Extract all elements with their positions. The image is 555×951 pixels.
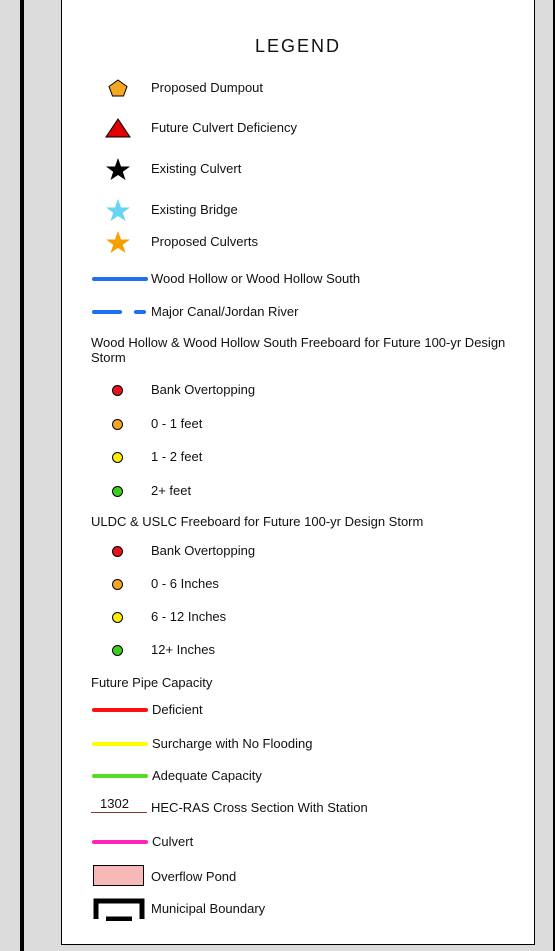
green-dot-icon: [112, 644, 123, 656]
legend-label: Major Canal/Jordan River: [151, 304, 299, 319]
boundary-bracket-icon: [93, 898, 145, 921]
legend-item-major-canal: Major Canal/Jordan River: [62, 300, 534, 324]
legend-item-existing-bridge: Existing Bridge: [62, 198, 534, 222]
legend-item-wh-1-2-feet: 1 - 2 feet: [62, 445, 534, 469]
solid-blue-line-symbol: [92, 277, 148, 281]
legend-label: Surcharge with No Flooding: [152, 736, 313, 751]
legend-label: 0 - 6 Inches: [151, 576, 219, 591]
yellow-dot-icon: [112, 611, 123, 623]
legend-item-future-culvert-deficiency: Future Culvert Deficiency: [62, 116, 534, 140]
orange-dot-icon: [112, 418, 123, 430]
red-dot-icon: [112, 384, 123, 396]
legend-item-existing-culvert: Existing Culvert: [62, 157, 534, 181]
legend-item-wh-0-1-feet: 0 - 1 feet: [62, 412, 534, 436]
legend-label: Culvert: [152, 834, 194, 849]
legend-item-wood-hollow-line: Wood Hollow or Wood Hollow South: [62, 267, 534, 291]
legend-item-wh-bank-overtopping: Bank Overtopping: [62, 378, 534, 402]
legend-item-proposed-culverts: Proposed Culverts: [62, 230, 534, 254]
legend-item-uldc-12-plus-inches: 12+ Inches: [62, 638, 534, 662]
station-number: 1302: [100, 796, 129, 811]
legend-label: Future Culvert Deficiency: [151, 120, 297, 135]
legend-label: Proposed Culverts: [151, 234, 258, 249]
yellow-dot-icon: [112, 451, 123, 463]
legend-label: Deficient: [152, 702, 203, 717]
legend-item-pipe-deficient: Deficient: [62, 698, 534, 722]
star-orange-icon: [106, 231, 130, 253]
green-line-symbol: [92, 774, 148, 778]
red-dot-icon: [112, 545, 123, 557]
legend-item-overflow-pond: Overflow Pond: [62, 865, 534, 889]
legend-item-pipe-adequate: Adequate Capacity: [62, 764, 534, 788]
legend-item-pipe-surcharge: Surcharge with No Flooding: [62, 732, 534, 756]
legend-item-wh-2-plus-feet: 2+ feet: [62, 479, 534, 503]
legend-item-cross-section: 1302 HEC-RAS Cross Section With Station: [62, 796, 534, 820]
legend-label: 12+ Inches: [151, 642, 215, 657]
legend-label: Existing Bridge: [151, 202, 238, 217]
yellow-line-symbol: [92, 742, 148, 746]
legend-panel: LEGEND Proposed Dumpout Future Culvert D…: [61, 0, 535, 945]
legend-item-uldc-6-12-inches: 6 - 12 Inches: [62, 605, 534, 629]
magenta-line-symbol: [92, 840, 148, 844]
star-black-icon: [106, 158, 130, 180]
legend-label: Bank Overtopping: [151, 543, 256, 558]
map-frame-left: [20, 0, 24, 951]
legend-label: Bank Overtopping: [151, 382, 256, 397]
pink-rectangle-icon: [93, 865, 144, 886]
legend-item-municipal-boundary: Municipal Boundary: [62, 897, 534, 921]
legend-label: Wood Hollow or Wood Hollow South: [151, 271, 361, 286]
legend-item-uldc-bank-overtopping: Bank Overtopping: [62, 539, 534, 563]
triangle-icon: [105, 118, 131, 138]
legend-item-proposed-dumpout: Proposed Dumpout: [62, 76, 534, 100]
red-line-symbol: [92, 708, 148, 712]
legend-item-culvert: Culvert: [62, 830, 534, 854]
legend-label: Overflow Pond: [151, 869, 237, 884]
cross-section-symbol: 1302: [91, 796, 147, 820]
section-heading-pipe-capacity: Future Pipe Capacity: [91, 675, 213, 690]
legend-label: 1 - 2 feet: [151, 449, 203, 464]
legend-title: LEGEND: [254, 36, 342, 56]
legend-label: 6 - 12 Inches: [151, 609, 227, 624]
legend-label: Existing Culvert: [151, 161, 242, 176]
pentagon-icon: [108, 79, 128, 97]
legend-label: Adequate Capacity: [152, 768, 262, 783]
section-heading-wood-hollow-freeboard: Wood Hollow & Wood Hollow South Freeboar…: [91, 335, 506, 365]
dashed-blue-line-symbol: [92, 310, 146, 314]
legend-label: Municipal Boundary: [151, 901, 266, 916]
cross-section-line: [91, 812, 147, 813]
star-blue-icon: [106, 199, 130, 221]
legend-label: 0 - 1 feet: [151, 416, 203, 431]
legend-label: Proposed Dumpout: [151, 80, 264, 95]
section-heading-uldc-freeboard: ULDC & USLC Freeboard for Future 100-yr …: [91, 514, 424, 529]
legend-item-uldc-0-6-inches: 0 - 6 Inches: [62, 572, 534, 596]
orange-dot-icon: [112, 578, 123, 590]
legend-label: 2+ feet: [151, 483, 192, 498]
legend-label: HEC-RAS Cross Section With Station: [151, 800, 368, 815]
green-dot-icon: [112, 485, 123, 497]
